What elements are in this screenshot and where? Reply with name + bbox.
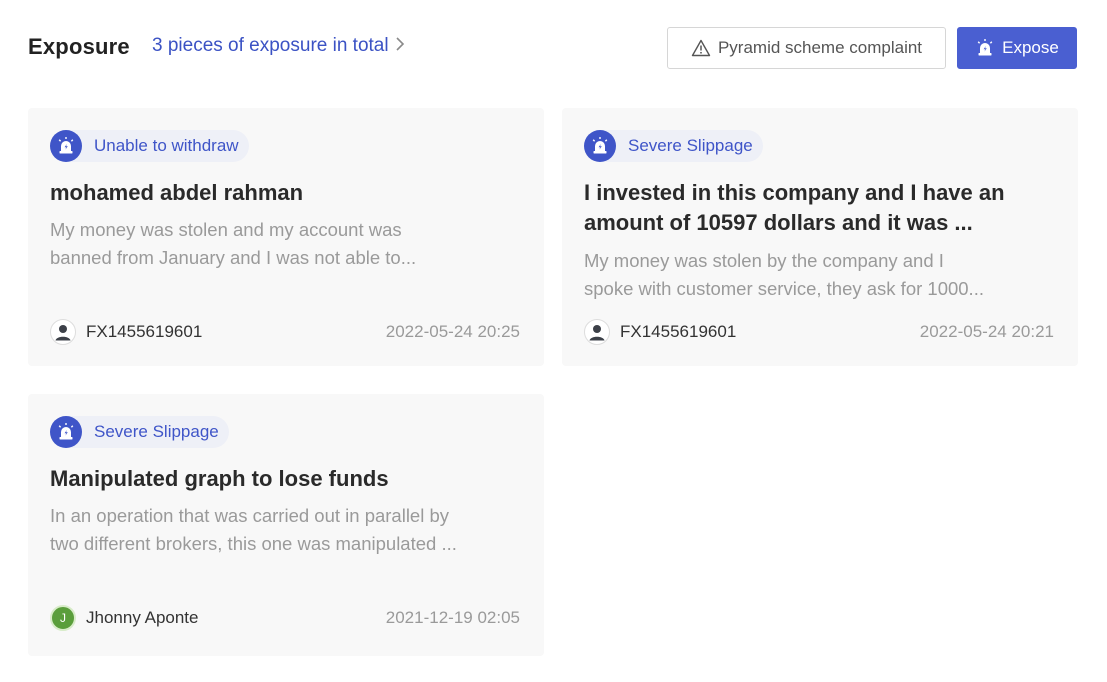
card-description-line: two different brokers, this one was mani… [50,533,457,554]
category-tag: Severe Slippage [584,130,763,162]
alarm-light-icon [584,130,616,162]
card-title[interactable]: Manipulated graph to lose funds [50,464,520,494]
expose-button[interactable]: Expose [957,27,1077,69]
card-title-line: I invested in this company and I have an [584,180,1005,205]
post-date: 2021-12-19 02:05 [385,608,520,627]
card-description-line: banned from January and I was not able t… [50,247,417,268]
card-title[interactable]: mohamed abdel rahman [50,178,520,208]
user-avatar-icon [50,319,76,345]
card-title-text: mohamed abdel rahman [50,180,304,205]
card-title[interactable]: I invested in this company and I have an… [584,178,1054,238]
card-description-line: My money was stolen and my account was [50,219,402,240]
page-header: Exposure 3 pieces of exposure in total P… [28,26,1078,70]
card-description: My money was stolen by the company and I… [584,247,1054,303]
post-date: 2022-05-24 20:21 [919,322,1054,341]
card-description-line: spoke with customer service, they ask fo… [584,278,984,299]
user-avatar-icon [584,319,610,345]
category-tag: Unable to withdraw [50,130,249,162]
alarm-light-icon [50,130,82,162]
exposure-card[interactable]: Severe Slippage Manipulated graph to los… [28,394,544,656]
card-title-text: Manipulated graph to lose funds [50,466,389,491]
card-footer: FX1455619601 2022-05-24 20:21 [584,318,1054,346]
card-description: My money was stolen and my account was b… [50,216,520,272]
expose-label: Expose [1002,38,1059,57]
card-footer: J Jhonny Aponte 2021-12-19 02:05 [50,604,520,632]
exposure-count-label: 3 pieces of exposure in total [152,35,389,56]
card-footer: FX1455619601 2022-05-24 20:25 [50,318,520,346]
user-avatar: J [50,605,76,631]
avatar-letter: J [60,611,66,625]
pyramid-complaint-button[interactable]: Pyramid scheme complaint [667,27,946,69]
page-title: Exposure [28,34,130,59]
category-tag-label: Severe Slippage [94,422,219,441]
card-description-line: In an operation that was carried out in … [50,505,450,526]
pyramid-complaint-label: Pyramid scheme complaint [717,38,923,57]
card-title-line: amount of 10597 dollars and it was ... [584,210,973,235]
exposure-card[interactable]: Severe Slippage I invested in this compa… [562,108,1078,366]
category-tag-label: Severe Slippage [628,136,753,155]
alarm-light-icon [50,416,82,448]
chevron-right-icon [395,36,405,57]
author-name: FX1455619601 [86,322,203,341]
alarm-light-icon [975,38,995,58]
author-name: FX1455619601 [620,322,737,341]
card-description-line: My money was stolen by the company and I [584,250,944,271]
exposure-count-link[interactable]: 3 pieces of exposure in total [152,35,405,57]
card-description: In an operation that was carried out in … [50,502,520,558]
author-name: Jhonny Aponte [86,608,199,627]
exposure-card[interactable]: Unable to withdraw mohamed abdel rahman … [28,108,544,366]
warning-triangle-icon [691,39,711,57]
category-tag-label: Unable to withdraw [94,136,239,155]
category-tag: Severe Slippage [50,416,229,448]
post-date: 2022-05-24 20:25 [385,322,520,341]
